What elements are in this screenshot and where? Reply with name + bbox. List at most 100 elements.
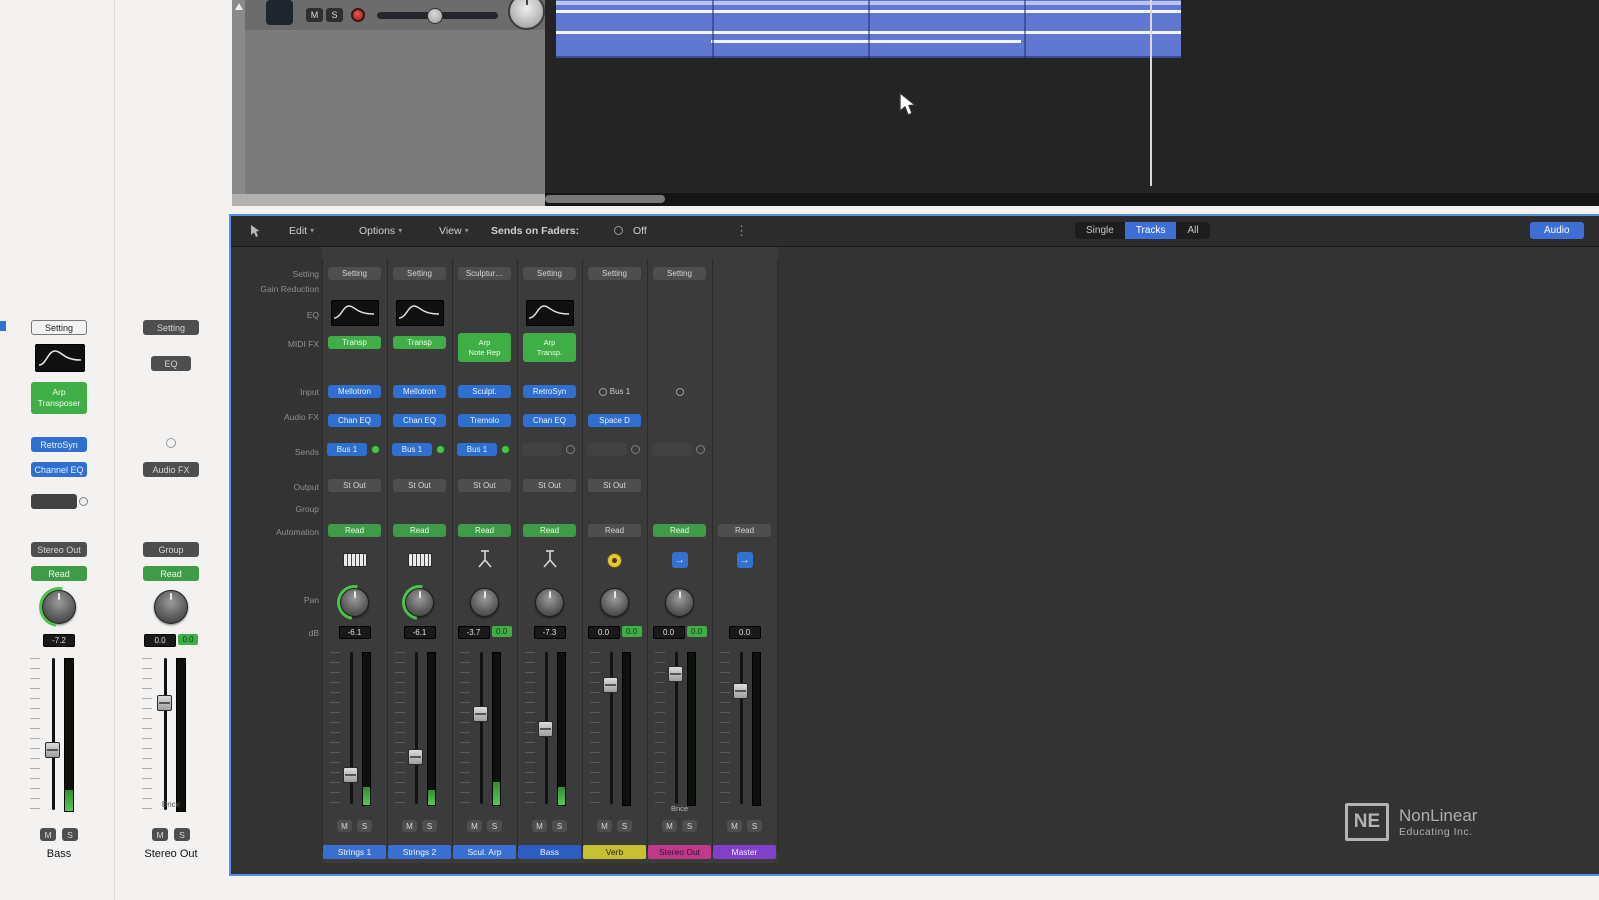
send-slot-empty[interactable] (31, 494, 77, 509)
pan-knob[interactable] (600, 588, 629, 617)
eq-slot[interactable]: EQ (151, 356, 191, 371)
input-slot[interactable]: Mellotron (393, 385, 446, 398)
volume-db-value[interactable]: -7.3 (534, 626, 566, 639)
midi-fx-slot[interactable]: Transp (393, 336, 446, 349)
output-arrow-icon[interactable]: → (737, 552, 753, 568)
sends-on-faders-icon[interactable] (614, 226, 623, 235)
midi-fx-slots[interactable]: ArpNote Rep (458, 333, 511, 362)
output-slot[interactable]: St Out (328, 479, 381, 492)
send-slot-empty[interactable] (522, 443, 562, 456)
pan-knob[interactable] (340, 588, 369, 617)
send-slot-empty[interactable] (652, 443, 692, 456)
automation-mode-button[interactable]: Read (458, 524, 511, 537)
fader-cap[interactable] (157, 695, 172, 711)
keyboard-icon[interactable] (343, 553, 367, 567)
channel-setting-button[interactable]: Setting (653, 267, 706, 280)
volume-db-value[interactable]: 0.0 (653, 626, 685, 639)
channel-setting-button[interactable]: Sculptur… (458, 267, 511, 280)
mute-button[interactable]: M (662, 820, 677, 832)
output-slot[interactable]: St Out (393, 479, 446, 492)
menu-view[interactable]: View ▾ (439, 222, 469, 239)
group-slot[interactable]: Group (143, 542, 199, 557)
record-enable-button[interactable] (351, 8, 365, 22)
audio-fx-slot[interactable]: Chan EQ (328, 414, 381, 427)
pan-knob[interactable] (154, 590, 188, 624)
aux-icon[interactable] (607, 553, 622, 568)
channel-name[interactable]: Strings 2 (388, 845, 451, 859)
menu-options[interactable]: Options ▾ (359, 222, 402, 239)
automation-mode-button[interactable]: Read (523, 524, 576, 537)
output-slot[interactable]: St Out (458, 479, 511, 492)
send-slot[interactable]: Bus 1 (457, 443, 497, 456)
pan-knob[interactable] (665, 588, 694, 617)
fader-cap[interactable] (473, 706, 488, 722)
midi-fx-slot[interactable]: Arp (52, 387, 65, 398)
fader-track[interactable] (52, 658, 55, 810)
mute-button[interactable]: M (597, 820, 612, 832)
audio-fx-slot[interactable]: Space D (588, 414, 641, 427)
volume-slider[interactable] (377, 12, 498, 19)
automation-mode-button[interactable]: Read (31, 566, 87, 581)
volume-db-value[interactable]: -7.2 (43, 634, 75, 647)
horizontal-scrollbar-handle[interactable] (545, 195, 665, 203)
midi-region[interactable] (556, 0, 1181, 58)
send-level-knob[interactable] (436, 445, 445, 454)
channel-setting-button[interactable]: Setting (523, 267, 576, 280)
fader-track[interactable] (164, 658, 167, 810)
volume-slider-thumb[interactable] (427, 8, 443, 24)
channel-name[interactable]: Strings 1 (323, 845, 386, 859)
fader-cap[interactable] (45, 742, 60, 758)
fader-track[interactable] (480, 652, 483, 804)
fader-track[interactable] (610, 652, 613, 804)
channel-setting-button[interactable]: Setting (31, 320, 87, 335)
mute-button[interactable]: M (727, 820, 742, 832)
pan-knob[interactable] (42, 590, 76, 624)
pan-knob[interactable] (405, 588, 434, 617)
track-icon[interactable] (266, 0, 293, 25)
audio-fx-slot[interactable]: Audio FX (143, 462, 199, 477)
keyboard-icon[interactable] (408, 553, 432, 567)
volume-db-value[interactable]: -6.1 (404, 626, 436, 639)
mute-button[interactable]: M (40, 828, 56, 841)
fader-track[interactable] (415, 652, 418, 804)
mute-button[interactable]: M (402, 820, 417, 832)
automation-mode-button[interactable]: Read (588, 524, 641, 537)
filter-audio-button[interactable]: Audio (1530, 222, 1584, 239)
pan-knob[interactable] (508, 0, 545, 30)
audio-fx-slot[interactable]: Tremolo (458, 414, 511, 427)
input-slot[interactable]: RetroSyn (523, 385, 576, 398)
disclosure-arrow-icon[interactable] (235, 3, 243, 10)
fader-track[interactable] (740, 652, 743, 804)
midi-fx-slot[interactable]: Note Rep (469, 348, 501, 358)
output-arrow-icon[interactable]: → (672, 552, 688, 568)
fader-cap[interactable] (343, 767, 358, 783)
volume-db-value[interactable]: 0.0 (144, 634, 176, 647)
send-slot[interactable]: Bus 1 (327, 443, 367, 456)
volume-db-value[interactable]: -6.1 (339, 626, 371, 639)
input-format-icon[interactable] (166, 438, 176, 448)
solo-button[interactable]: S (326, 8, 343, 22)
eq-thumbnail[interactable] (35, 344, 85, 372)
fader-cap[interactable] (733, 683, 748, 699)
volume-db-value[interactable]: 0.0 (588, 626, 620, 639)
send-level-knob[interactable] (501, 445, 510, 454)
segment-all[interactable]: All (1176, 222, 1209, 239)
mute-button[interactable]: M (306, 8, 323, 22)
input-slot[interactable]: RetroSyn (31, 437, 87, 452)
volume-db-value[interactable]: 0.0 (729, 626, 761, 639)
midi-fx-slot[interactable]: Transp (328, 336, 381, 349)
fader-cap[interactable] (603, 677, 618, 693)
automation-mode-button[interactable]: Read (143, 566, 199, 581)
automation-mode-button[interactable]: Read (328, 524, 381, 537)
mute-button[interactable]: M (337, 820, 352, 832)
eq-thumbnail[interactable] (331, 300, 379, 326)
pan-knob[interactable] (535, 588, 564, 617)
horizontal-scrollbar[interactable] (545, 193, 1599, 206)
automation-mode-button[interactable]: Read (653, 524, 706, 537)
mic-stand-icon[interactable] (475, 547, 495, 574)
mic-stand-icon[interactable] (540, 547, 560, 574)
segment-tracks[interactable]: Tracks (1125, 222, 1177, 239)
fader-cap[interactable] (668, 666, 683, 682)
pointer-tool-icon[interactable] (249, 224, 261, 243)
fader-cap[interactable] (538, 721, 553, 737)
